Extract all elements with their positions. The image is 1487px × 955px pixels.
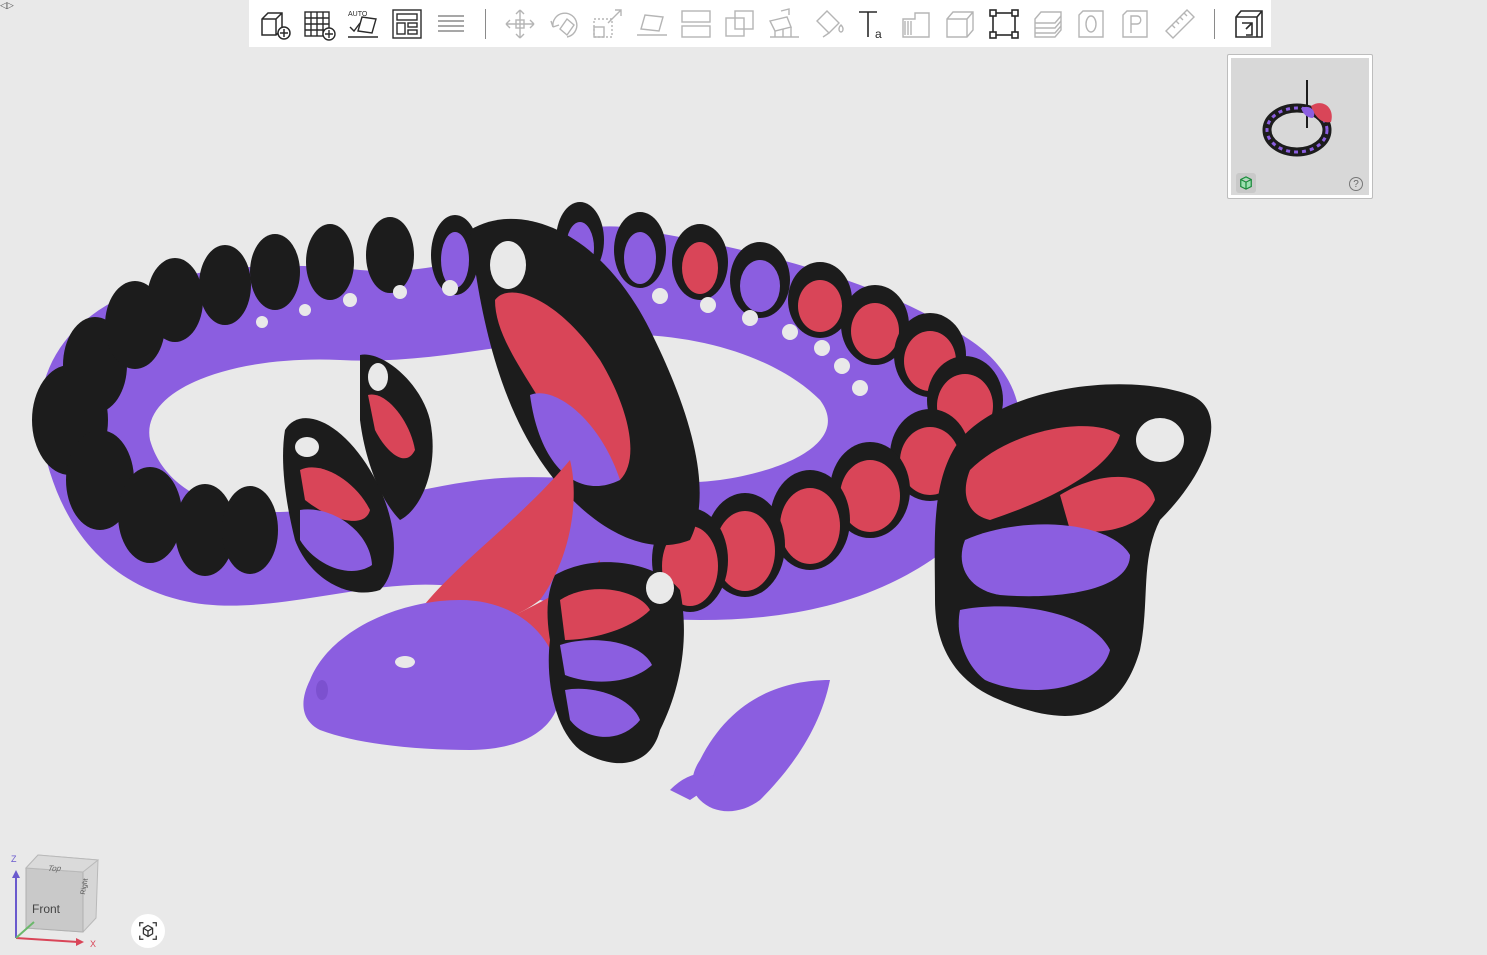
add-plate-icon — [304, 10, 336, 41]
view-cube-focus-icon — [139, 922, 157, 940]
part-box-icon — [1122, 9, 1148, 38]
move-icon — [505, 9, 535, 38]
layers-icon — [438, 14, 464, 32]
assembly-part-button[interactable] — [1114, 2, 1158, 46]
zero-box-icon — [1078, 9, 1104, 38]
reset-view-button[interactable] — [131, 914, 165, 948]
auto-orient-icon: AUTO — [348, 11, 378, 38]
help-icon[interactable]: ? — [1349, 177, 1363, 191]
boolean-icon — [725, 9, 754, 37]
text-icon: a — [859, 10, 882, 41]
support-paint-button[interactable] — [762, 2, 806, 46]
add-cube-icon — [261, 11, 291, 40]
rotate-button[interactable] — [542, 2, 586, 46]
fit-frame-icon — [989, 8, 1019, 39]
variable-layer-height-button[interactable] — [894, 2, 938, 46]
split-button[interactable] — [674, 2, 718, 46]
variable-layer-icon — [902, 11, 930, 38]
slice-stack-icon — [1034, 10, 1062, 38]
lay-on-face-icon — [637, 13, 667, 36]
slice-all-button[interactable] — [1026, 2, 1070, 46]
cube-icon — [946, 10, 974, 38]
axis-x-label: X — [90, 939, 97, 949]
panel-toggle-icon[interactable]: ◁▷ — [0, 0, 14, 12]
svg-text:a: a — [875, 27, 882, 41]
toolbar-separator — [1214, 8, 1215, 39]
plate-sliced-button[interactable] — [1227, 2, 1271, 46]
cube-primitive-button[interactable] — [938, 2, 982, 46]
auto-orient-button[interactable]: AUTO — [341, 2, 385, 46]
boolean-button[interactable] — [718, 2, 762, 46]
toolbar-separator — [485, 8, 486, 39]
view-navigation-cube[interactable]: Front Top Right Z X — [8, 850, 108, 950]
measure-button[interactable] — [1158, 2, 1202, 46]
plate-object-icon — [1235, 9, 1263, 38]
lay-on-face-button[interactable] — [630, 2, 674, 46]
scale-button[interactable] — [586, 2, 630, 46]
layers-button[interactable] — [429, 2, 473, 46]
move-button[interactable] — [498, 2, 542, 46]
arrange-button[interactable] — [385, 2, 429, 46]
scale-icon — [593, 8, 622, 38]
fit-view-button[interactable] — [982, 2, 1026, 46]
navcube-top-label[interactable]: Top — [47, 864, 62, 873]
split-icon — [681, 9, 711, 38]
paint-bucket-icon — [816, 9, 844, 38]
main-toolbar: AUTO a — [249, 0, 1271, 47]
arrange-icon — [392, 8, 422, 39]
support-paint-icon — [768, 7, 799, 38]
assembly-zero-button[interactable] — [1070, 2, 1114, 46]
navcube-front-label[interactable]: Front — [32, 902, 60, 916]
object-cube-icon[interactable] — [1236, 173, 1256, 193]
rotate-icon — [550, 12, 578, 38]
seam-paint-button[interactable] — [806, 2, 850, 46]
add-object-button[interactable] — [253, 2, 297, 46]
axis-z-label: Z — [11, 854, 17, 864]
text-emboss-button[interactable]: a — [850, 2, 894, 46]
add-plate-button[interactable] — [297, 2, 341, 46]
ruler-icon — [1165, 8, 1195, 39]
